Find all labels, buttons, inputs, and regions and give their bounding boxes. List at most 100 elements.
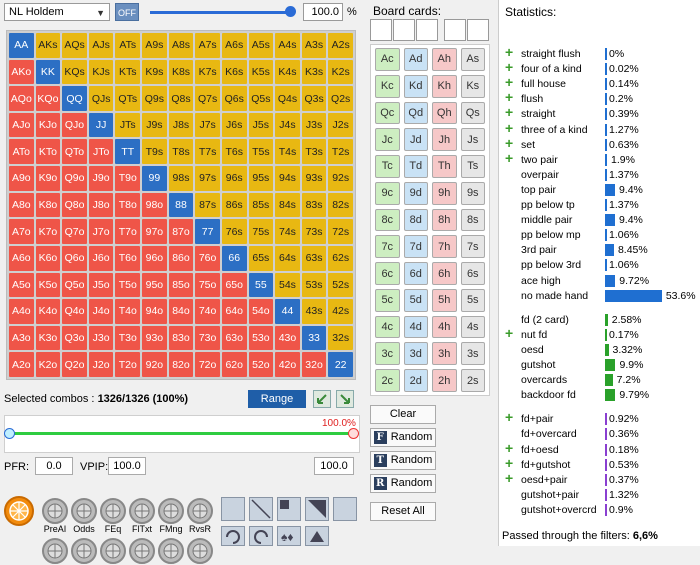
pfr-input[interactable]: 0.0 [35,457,73,475]
board-card-Jh[interactable]: Jh [432,128,457,152]
suits-icon[interactable]: ♠♦ [277,526,301,546]
hand-cell-63s[interactable]: 63s [301,245,327,271]
range-slider-left-knob[interactable] [4,428,15,439]
hand-cell-87o[interactable]: 87o [168,219,194,244]
plus-icon[interactable]: + [505,440,517,456]
board-card-Ks[interactable]: Ks [460,74,485,98]
hand-cell-85s[interactable]: 85s [248,192,274,218]
hand-cell-32s[interactable]: 32s [328,325,353,351]
hand-cell-Q7o[interactable]: Q7o [62,219,87,244]
hand-cell-Q9s[interactable]: Q9s [142,86,167,111]
game-select[interactable]: NL Holdem ▼ [4,3,110,21]
hand-cell-Q4o[interactable]: Q4o [62,299,87,324]
hand-cell-Q9o[interactable]: Q9o [62,166,87,191]
hand-cell-97s[interactable]: 97s [195,166,220,191]
hand-cell-K5o[interactable]: K5o [35,272,61,298]
hand-cell-AJs[interactable]: AJs [88,33,114,58]
hand-cell-A7o[interactable]: A7o [9,219,34,244]
board-card-Qs[interactable]: Qs [460,101,485,125]
hand-cell-TT[interactable]: TT [115,139,141,165]
hand-cell-63o[interactable]: 63o [221,325,247,351]
hand-cell-T5o[interactable]: T5o [115,272,141,298]
hand-cell-QTo[interactable]: QTo [62,139,87,165]
filter-fltxt[interactable]: FlTxt [127,498,157,534]
filter-row2-2[interactable] [98,538,128,564]
filter-row2-0[interactable] [40,538,70,564]
board-card-Js[interactable]: Js [460,128,485,152]
hand-cell-A2s[interactable]: A2s [328,33,353,58]
hand-cell-75o[interactable]: 75o [195,272,220,298]
hand-cell-J4o[interactable]: J4o [88,299,114,324]
board-card-5c[interactable]: 5c [375,288,400,312]
stat-row[interactable]: oesd 3.32% [505,343,697,358]
board-card-4h[interactable]: 4h [432,315,457,339]
hand-cell-A8o[interactable]: A8o [9,192,34,218]
hand-cell-ATs[interactable]: ATs [115,33,141,58]
hand-cell-ATo[interactable]: ATo [9,139,34,165]
hand-cell-Q8s[interactable]: Q8s [168,86,194,111]
board-card-Th[interactable]: Th [432,155,457,178]
stat-row[interactable]: + straight 0.39% [505,104,697,122]
board-card-3h[interactable]: 3h [432,342,457,366]
hand-cell-J5s[interactable]: J5s [248,112,274,138]
stat-row[interactable]: + fd+pair 0.92% [505,409,697,427]
board-card-Ah[interactable]: Ah [432,48,457,71]
hand-cell-A7s[interactable]: A7s [195,33,220,58]
plus-icon[interactable]: + [505,325,517,341]
stat-row[interactable]: fd (2 card) 2.58% [505,313,697,328]
board-card-Kh[interactable]: Kh [432,74,457,98]
hand-cell-A2o[interactable]: A2o [9,352,34,377]
hand-cell-73o[interactable]: 73o [195,325,220,351]
hand-cell-Q3o[interactable]: Q3o [62,325,87,351]
board-card-3d[interactable]: 3d [403,342,428,366]
hand-cell-J2s[interactable]: J2s [328,112,353,138]
hand-cell-A6o[interactable]: A6o [9,245,34,271]
range-button[interactable]: Range [248,390,306,408]
stat-row[interactable]: pp below 3rd 1.06% [505,258,697,273]
reset-all-button[interactable]: Reset All [370,502,436,521]
board-card-9h[interactable]: 9h [432,181,457,205]
hand-cell-JTs[interactable]: JTs [115,112,141,138]
board-card-2c[interactable]: 2c [375,369,400,392]
hand-cell-KQo[interactable]: KQo [35,86,61,111]
filter-feq[interactable]: FEq [98,498,128,534]
hand-cell-54s[interactable]: 54s [275,272,300,298]
stat-row[interactable]: + fd+oesd 0.18% [505,440,697,458]
hand-cell-96o[interactable]: 96o [142,245,167,271]
hand-cell-T7s[interactable]: T7s [195,139,220,165]
hand-cell-98s[interactable]: 98s [168,166,194,191]
hand-cell-A5o[interactable]: A5o [9,272,34,298]
hand-cell-Q3s[interactable]: Q3s [301,86,327,111]
hand-cell-82s[interactable]: 82s [328,192,353,218]
hand-cell-T2o[interactable]: T2o [115,352,141,377]
hand-cell-87s[interactable]: 87s [195,192,220,218]
hand-cell-T4s[interactable]: T4s [275,139,300,165]
hand-cell-AKo[interactable]: AKo [9,59,34,85]
hand-cell-66[interactable]: 66 [221,245,247,271]
hand-cell-KJs[interactable]: KJs [88,59,114,85]
filter-fmng[interactable]: FMng [156,498,186,534]
board-slot-5[interactable] [467,19,489,41]
filter-row2-4[interactable] [156,538,186,564]
board-slot-4[interactable] [444,19,466,41]
stat-row[interactable]: + fd+gutshot 0.53% [505,455,697,473]
board-slot-3[interactable] [416,19,438,41]
hand-cell-94o[interactable]: 94o [142,299,167,324]
hand-cell-J4s[interactable]: J4s [275,112,300,138]
stat-row[interactable]: 3rd pair 8.45% [505,243,697,258]
hand-cell-AQo[interactable]: AQo [9,86,34,111]
plus-icon[interactable]: + [505,470,517,486]
hand-cell-J5o[interactable]: J5o [88,272,114,298]
hand-cell-44[interactable]: 44 [275,299,300,324]
off-toggle-button[interactable]: OFF [115,3,139,21]
board-card-Ts[interactable]: Ts [460,155,485,178]
board-card-7h[interactable]: 7h [432,235,457,259]
hand-cell-62s[interactable]: 62s [328,245,353,271]
hand-cell-K7o[interactable]: K7o [35,219,61,244]
hand-cell-53s[interactable]: 53s [301,272,327,298]
hand-cell-K6o[interactable]: K6o [35,245,61,271]
hand-cell-A9o[interactable]: A9o [9,166,34,191]
hand-cell-J8o[interactable]: J8o [88,192,114,218]
hand-cell-A4o[interactable]: A4o [9,299,34,324]
hand-cell-J2o[interactable]: J2o [88,352,114,377]
